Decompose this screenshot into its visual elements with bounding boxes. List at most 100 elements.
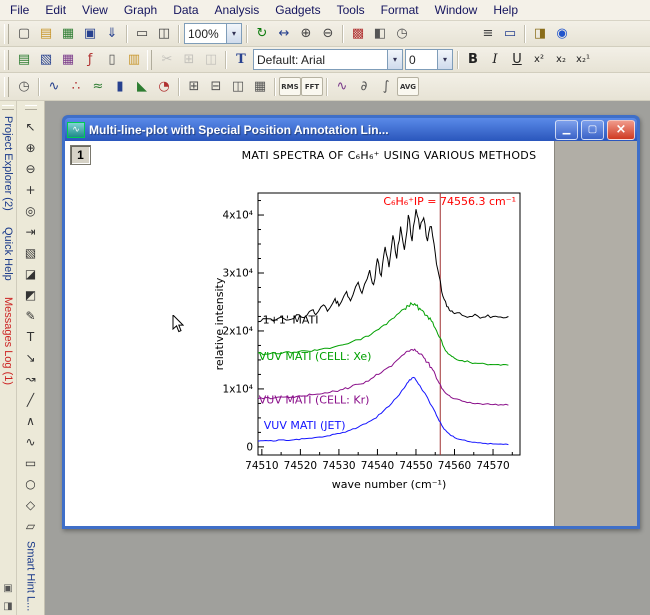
area-plot-icon[interactable]: ◣: [131, 76, 153, 98]
curved-arrow-tool-icon[interactable]: ↝: [20, 368, 42, 389]
cut-icon[interactable]: ✂: [156, 49, 178, 71]
series-curve-0[interactable]: [258, 209, 508, 322]
paste-icon[interactable]: ◫: [200, 49, 222, 71]
print-preview-icon[interactable]: ◫: [153, 23, 175, 45]
menu-analysis[interactable]: Analysis: [207, 1, 268, 19]
series-label-2[interactable]: VUV MATI (CELL: Kr): [259, 393, 370, 406]
menu-format[interactable]: Format: [373, 1, 427, 19]
zoom-in-tool-icon[interactable]: ⊕: [20, 137, 42, 158]
subscript-button[interactable]: x₂: [550, 49, 572, 71]
menu-file[interactable]: File: [2, 1, 37, 19]
new-graph-icon[interactable]: ▧: [35, 49, 57, 71]
mask-tool-icon[interactable]: ◪: [20, 263, 42, 284]
line-tool-icon[interactable]: ╱: [20, 389, 42, 410]
draw-data-tool-icon[interactable]: ✎: [20, 305, 42, 326]
command-window-icon[interactable]: ▭: [499, 23, 521, 45]
legend-icon[interactable]: ◧: [369, 23, 391, 45]
close-button[interactable]: ×: [607, 120, 635, 140]
menu-data[interactable]: Data: [165, 1, 206, 19]
minimize-button[interactable]: ▁: [555, 120, 578, 140]
date-time-icon[interactable]: ◷: [391, 23, 413, 45]
series-label-3[interactable]: VUV MATI (JET): [264, 419, 346, 432]
clock-icon[interactable]: ◷: [13, 76, 35, 98]
color-palette-icon[interactable]: ▩: [347, 23, 369, 45]
new-matrix-icon[interactable]: ▦: [57, 49, 79, 71]
pie-chart-icon[interactable]: ◔: [153, 76, 175, 98]
integrate-icon[interactable]: ∫: [375, 76, 397, 98]
selection-tool-icon[interactable]: ▧: [20, 242, 42, 263]
tab-project-explorer[interactable]: Project Explorer (2): [2, 116, 14, 211]
new-notes-icon[interactable]: ▥: [123, 49, 145, 71]
differentiate-icon[interactable]: ∂: [353, 76, 375, 98]
series-label-0[interactable]: 1+1' MATI: [263, 313, 319, 326]
column-plot-icon[interactable]: ▮: [109, 76, 131, 98]
tab-smart-hint-log[interactable]: Smart Hint L...: [25, 541, 37, 611]
menu-tools[interactable]: Tools: [329, 1, 373, 19]
toolbar-grip[interactable]: [4, 77, 9, 97]
bold-button[interactable]: B: [462, 49, 484, 71]
data-reader-tool-icon[interactable]: ◎: [20, 200, 42, 221]
data-selector-tool-icon[interactable]: ⇥: [20, 221, 42, 242]
new-project-icon[interactable]: ▢: [13, 23, 35, 45]
pointer-tool-icon[interactable]: ↖: [20, 116, 42, 137]
circle-tool-icon[interactable]: ○: [20, 473, 42, 494]
dock-button-1[interactable]: ▣: [1, 581, 15, 595]
add-layer-icon[interactable]: ⊞: [183, 76, 205, 98]
menu-gadgets[interactable]: Gadgets: [267, 1, 328, 19]
font-combo[interactable]: Default: Arial▾: [253, 49, 403, 70]
zoom-in-icon[interactable]: ⊕: [295, 23, 317, 45]
script-window-icon[interactable]: ≡: [477, 23, 499, 45]
dock-grip[interactable]: [2, 105, 14, 110]
series-label-1[interactable]: VUV MATI (CELL: Xe): [259, 350, 372, 363]
avg-icon[interactable]: AVG: [397, 77, 419, 96]
menu-edit[interactable]: Edit: [37, 1, 74, 19]
font-size-combo-dropdown-arrow-icon[interactable]: ▾: [437, 50, 452, 69]
line-symbol-plot-icon[interactable]: ≈: [87, 76, 109, 98]
font-tool-icon[interactable]: T: [230, 49, 252, 71]
unmask-tool-icon[interactable]: ◩: [20, 284, 42, 305]
font-combo-dropdown-arrow-icon[interactable]: ▾: [387, 50, 402, 69]
refresh-icon[interactable]: ↻: [251, 23, 273, 45]
arrow-tool-icon[interactable]: ↘: [20, 347, 42, 368]
menu-view[interactable]: View: [74, 1, 116, 19]
line-plot-icon[interactable]: ∿: [43, 76, 65, 98]
zoom-combo-dropdown-arrow-icon[interactable]: ▾: [226, 24, 241, 43]
superscript-button[interactable]: x²: [528, 49, 550, 71]
polyline-tool-icon[interactable]: ∧: [20, 410, 42, 431]
region-tool-icon[interactable]: ▱: [20, 515, 42, 536]
new-worksheet-icon[interactable]: ▤: [13, 49, 35, 71]
print-icon[interactable]: ▭: [131, 23, 153, 45]
zoom-combo[interactable]: 100%▾: [184, 23, 242, 44]
underline-button[interactable]: U: [506, 49, 528, 71]
annotation-text[interactable]: C₆H₆⁺IP = 74556.3 cm⁻¹: [383, 195, 516, 208]
magnifier-icon[interactable]: ◉: [551, 23, 573, 45]
fft-icon[interactable]: FFT: [301, 77, 323, 96]
zoom-out-tool-icon[interactable]: ⊖: [20, 158, 42, 179]
menu-window[interactable]: Window: [427, 1, 486, 19]
series-curve-3[interactable]: [258, 377, 508, 444]
copy-icon[interactable]: ⊞: [178, 49, 200, 71]
italic-button[interactable]: I: [484, 49, 506, 71]
smooth-icon[interactable]: ∿: [331, 76, 353, 98]
extract-layer-icon[interactable]: ⊟: [205, 76, 227, 98]
freehand-tool-icon[interactable]: ∿: [20, 431, 42, 452]
open-excel-icon[interactable]: ▦: [57, 23, 79, 45]
maximize-button[interactable]: ▢: [581, 120, 604, 140]
child-window-titlebar[interactable]: ∿ Multi-line-plot with Special Position …: [65, 118, 637, 141]
menu-graph[interactable]: Graph: [116, 1, 165, 19]
text-tool-icon[interactable]: T: [20, 326, 42, 347]
tools-palette-grip[interactable]: [25, 105, 37, 110]
tab-quick-help[interactable]: Quick Help: [2, 227, 14, 281]
arrange-layers-icon[interactable]: ▦: [249, 76, 271, 98]
rectangle-tool-icon[interactable]: ▭: [20, 452, 42, 473]
zoom-out-icon[interactable]: ⊖: [317, 23, 339, 45]
toolbar-grip[interactable]: [147, 50, 152, 70]
tab-messages-log[interactable]: Messages Log (1): [2, 297, 14, 385]
open-icon[interactable]: ▤: [35, 23, 57, 45]
toolbar-grip[interactable]: [4, 24, 9, 44]
dock-button-2[interactable]: ◨: [1, 599, 15, 613]
import-icon[interactable]: ⇓: [101, 23, 123, 45]
save-icon[interactable]: ▣: [79, 23, 101, 45]
rms-icon[interactable]: RMS: [279, 77, 301, 96]
font-size-combo[interactable]: 0▾: [405, 49, 453, 70]
